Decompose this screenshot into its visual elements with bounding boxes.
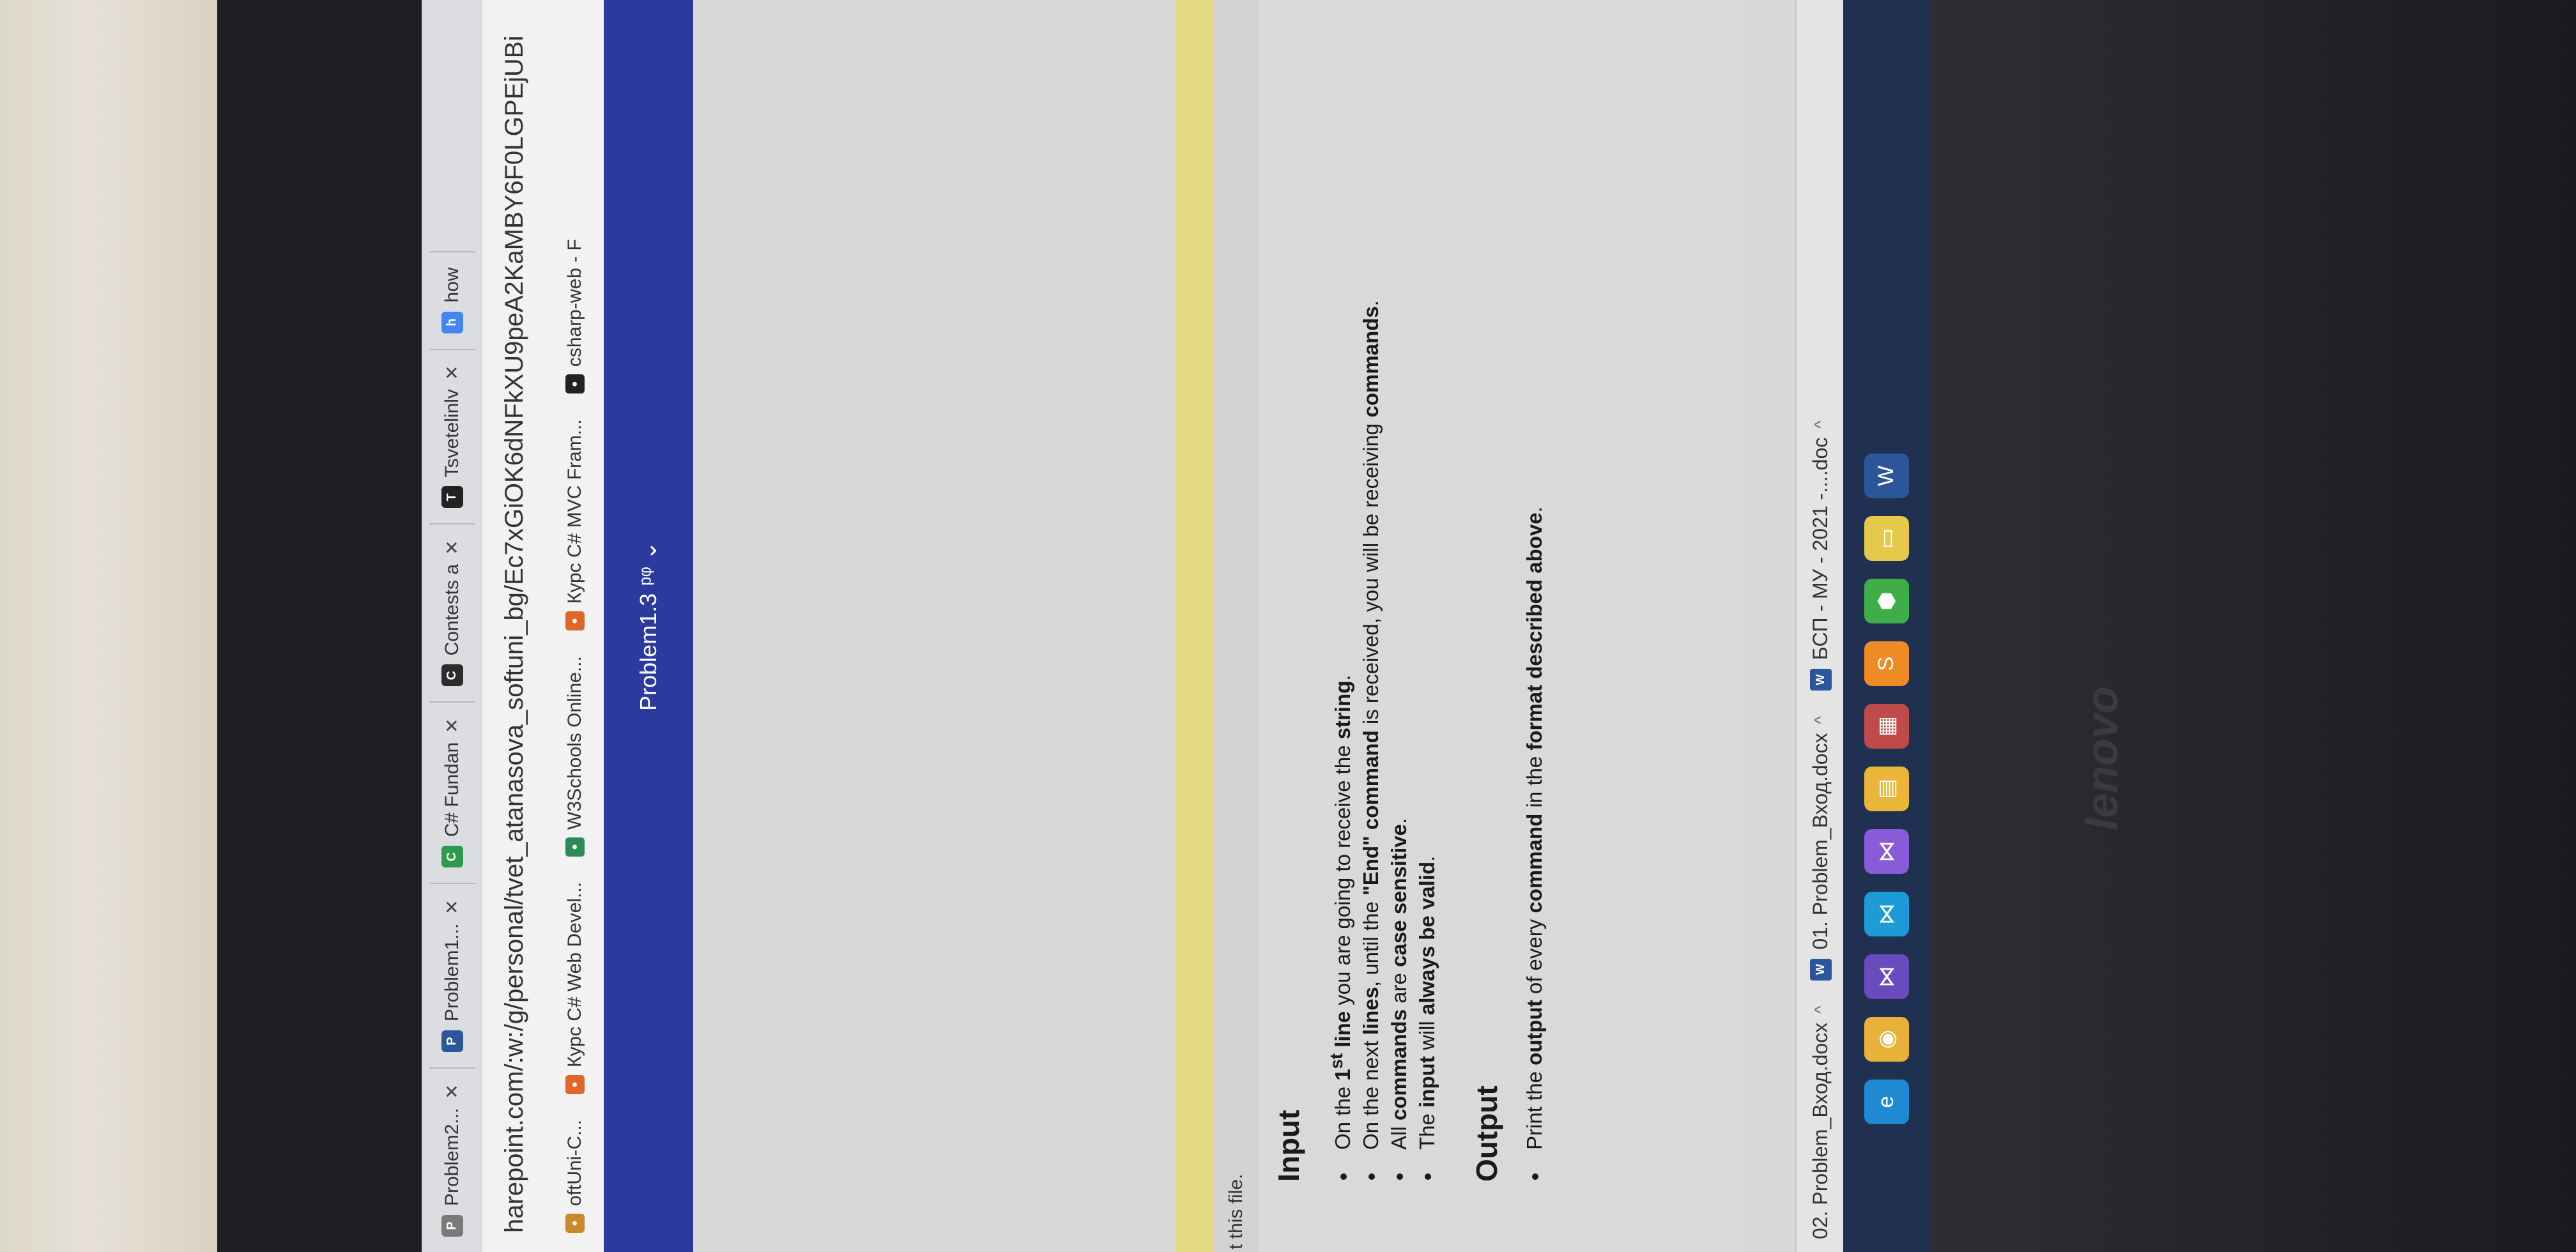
- list-item: The input will always be valid.: [1413, 300, 1441, 1163]
- tab-label: Tsvetelinlv: [441, 389, 463, 478]
- browser-tab-bar: P Problem2... ✕ P Problem1... ✕ C C# Fundan ✕ C Co…: [422, 0, 482, 1252]
- partial-notice-text: t this file.: [1225, 1173, 1246, 1249]
- file-explorer-icon[interactable]: ▤: [1864, 767, 1909, 811]
- list-item: On the 1st line you are going to receive…: [1322, 300, 1357, 1163]
- sticky-notes-icon[interactable]: ▭: [1864, 516, 1909, 561]
- document-notice: t this file.: [1214, 0, 1259, 1252]
- list-item: All commands are case sensitive.: [1385, 300, 1413, 1163]
- output-heading: Output: [1470, 1085, 1503, 1182]
- screen: P Problem2... ✕ P Problem1... ✕ C C# Fundan ✕ C Co…: [422, 0, 1929, 1252]
- address-bar[interactable]: harepoint.com/:w:/g/personal/tvet_atanas…: [482, 0, 546, 1252]
- tab-label: Problem1...: [441, 923, 463, 1022]
- browser-tab[interactable]: P Problem2... ✕: [429, 1067, 475, 1252]
- address-url: harepoint.com/:w:/g/personal/tvet_atanas…: [500, 35, 528, 1233]
- bookmark-label: Курс C# Web Devel...: [564, 882, 585, 1067]
- desk-background: [0, 0, 217, 1252]
- word-doc-icon: W: [1809, 669, 1832, 691]
- list-item: On the next lines, until the "End" comma…: [1357, 300, 1385, 1163]
- word-icon: P: [441, 1030, 463, 1053]
- downloads-bar: 02. Problem_Вход.docx ^ W 01. Problem_Вход.…: [1795, 0, 1844, 1252]
- download-item[interactable]: 02. Problem_Вход.docx ^: [1809, 1006, 1832, 1239]
- download-label: БСП - МУ - 2021 -....doc: [1809, 437, 1832, 660]
- chevron-up-icon[interactable]: ^: [1811, 1006, 1830, 1014]
- softuni-icon: C: [441, 846, 463, 868]
- input-list: On the 1st line you are going to receive…: [1322, 300, 1441, 1182]
- browser-tab[interactable]: C C# Fundan ✕: [429, 701, 475, 883]
- word-icon[interactable]: W: [1864, 454, 1909, 498]
- vscode-icon[interactable]: ⋈: [1864, 892, 1909, 936]
- tab-label: how: [441, 267, 463, 303]
- bookmark-label: Курс C# MVC Fram...: [564, 419, 585, 604]
- bookmark-label: csharp-web - F: [564, 239, 585, 367]
- chevron-up-icon[interactable]: ^: [1811, 420, 1830, 428]
- tab-label: C# Fundan: [441, 742, 463, 837]
- calendar-icon[interactable]: ▦: [1864, 704, 1909, 749]
- download-label: 02. Problem_Вход.docx: [1809, 1022, 1832, 1239]
- word-title-bar: Problem1.3 ᵖᵠ ⌄: [604, 0, 693, 1252]
- browser-tab[interactable]: T Tsvetelinlv ✕: [429, 348, 475, 524]
- tab-label: Problem2...: [441, 1108, 463, 1206]
- folder-icon: ●: [565, 1214, 585, 1233]
- softuni-icon: ●: [565, 611, 585, 631]
- word-doc-icon: W: [1809, 958, 1832, 981]
- tab-close-icon[interactable]: ✕: [441, 540, 463, 554]
- w3schools-icon: ●: [565, 837, 585, 857]
- edge-icon[interactable]: e: [1864, 1080, 1909, 1124]
- download-label: 01. Problem_Вход.docx: [1809, 733, 1832, 950]
- bookmark-item[interactable]: ● Курс C# Web Devel...: [564, 882, 586, 1094]
- laptop-brand: lenovo: [2077, 686, 2127, 830]
- bookmark-item[interactable]: ● oftUni-C...: [564, 1120, 586, 1233]
- chrome-icon[interactable]: ◉: [1864, 1017, 1909, 1062]
- document-icon: P: [441, 1215, 463, 1237]
- list-item: Print the output of every command in the…: [1521, 507, 1549, 1163]
- tab-close-icon[interactable]: ✕: [441, 1084, 463, 1099]
- bookmarks-bar: ● oftUni-C... ● Курс C# Web Devel... ● W3Scho…: [546, 0, 605, 1252]
- visual-studio-preview-icon[interactable]: ⋈: [1864, 829, 1909, 874]
- judge-icon: C: [441, 664, 463, 687]
- bookmark-label: W3Schools Online...: [564, 656, 585, 830]
- browser-tab[interactable]: P Problem1... ✕: [429, 883, 475, 1068]
- browser-tab[interactable]: C Contests a ✕: [429, 523, 475, 702]
- laptop-keyboard: lenovo: [1923, 0, 2576, 1252]
- bookmark-item[interactable]: ● csharp-web - F: [564, 239, 586, 394]
- bookmark-label: oftUni-C...: [564, 1119, 585, 1206]
- download-item[interactable]: W БСП - МУ - 2021 -....doc ^: [1809, 420, 1832, 691]
- bookmark-item[interactable]: ● W3Schools Online...: [564, 656, 586, 857]
- bookmark-item[interactable]: ● Курс C# MVC Fram...: [564, 419, 586, 631]
- title-suffix[interactable]: ᵖᵠ ⌄: [635, 541, 662, 586]
- tab-close-icon[interactable]: ✕: [441, 718, 463, 733]
- document-body: Input On the 1st line you are going to r…: [1259, 0, 1744, 1252]
- github-icon: T: [441, 486, 463, 508]
- browser-tab[interactable]: h how: [429, 250, 475, 349]
- visual-studio-icon[interactable]: ⋈: [1864, 954, 1909, 999]
- tab-close-icon[interactable]: ✕: [441, 899, 463, 914]
- tab-label: Contests a: [441, 563, 463, 656]
- chevron-up-icon[interactable]: ^: [1811, 716, 1830, 724]
- sublime-icon[interactable]: S: [1864, 641, 1909, 686]
- google-icon: h: [441, 311, 463, 333]
- document-title[interactable]: Problem1.3: [635, 593, 662, 711]
- input-heading: Input: [1272, 1110, 1305, 1182]
- info-strip: [1176, 0, 1214, 1252]
- github-icon: ●: [565, 374, 585, 394]
- download-item[interactable]: W 01. Problem_Вход.docx ^: [1809, 716, 1832, 981]
- output-list: Print the output of every command in the…: [1521, 507, 1549, 1182]
- windows-taskbar: e ◉ ⋈ ⋈ ⋈ ▤ ▦ S ⬢ ▭ W: [1843, 0, 1929, 1252]
- app-green-icon[interactable]: ⬢: [1864, 579, 1909, 623]
- tab-close-icon[interactable]: ✕: [441, 365, 463, 380]
- softuni-icon: ●: [565, 1074, 585, 1094]
